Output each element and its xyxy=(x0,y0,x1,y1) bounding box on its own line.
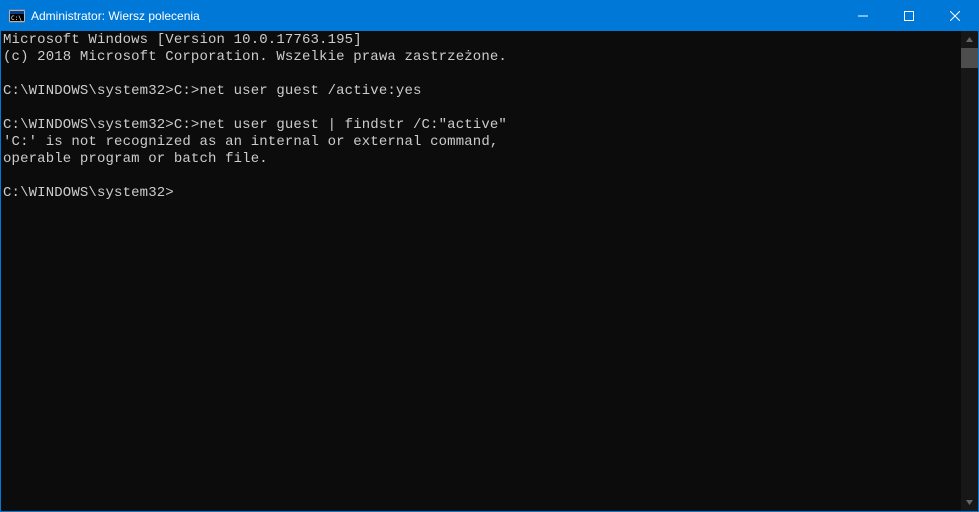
console-line: C:\WINDOWS\system32>C:>net user guest /a… xyxy=(3,83,961,100)
vertical-scrollbar[interactable] xyxy=(961,31,978,511)
scroll-thumb[interactable] xyxy=(961,48,978,68)
window-frame: C:\ Administrator: Wiersz polecenia Micr… xyxy=(0,0,979,512)
scroll-track[interactable] xyxy=(961,48,978,494)
console-line: C:\WINDOWS\system32> xyxy=(3,185,961,202)
svg-text:C:\: C:\ xyxy=(11,15,22,22)
scroll-up-button[interactable] xyxy=(961,31,978,48)
titlebar[interactable]: C:\ Administrator: Wiersz polecenia xyxy=(1,1,978,31)
console-line: (c) 2018 Microsoft Corporation. Wszelkie… xyxy=(3,49,961,66)
scroll-down-button[interactable] xyxy=(961,494,978,511)
console-output[interactable]: Microsoft Windows [Version 10.0.17763.19… xyxy=(1,31,961,511)
client-area: Microsoft Windows [Version 10.0.17763.19… xyxy=(1,31,978,511)
maximize-button[interactable] xyxy=(886,1,932,31)
console-line: 'C:' is not recognized as an internal or… xyxy=(3,134,961,151)
cmd-icon: C:\ xyxy=(9,8,25,24)
close-button[interactable] xyxy=(932,1,978,31)
console-line xyxy=(3,168,961,185)
window-controls xyxy=(840,1,978,31)
console-line: Microsoft Windows [Version 10.0.17763.19… xyxy=(3,32,961,49)
console-line xyxy=(3,66,961,83)
console-line xyxy=(3,100,961,117)
console-line: operable program or batch file. xyxy=(3,151,961,168)
console-line: C:\WINDOWS\system32>C:>net user guest | … xyxy=(3,117,961,134)
window-title: Administrator: Wiersz polecenia xyxy=(31,9,840,23)
minimize-button[interactable] xyxy=(840,1,886,31)
